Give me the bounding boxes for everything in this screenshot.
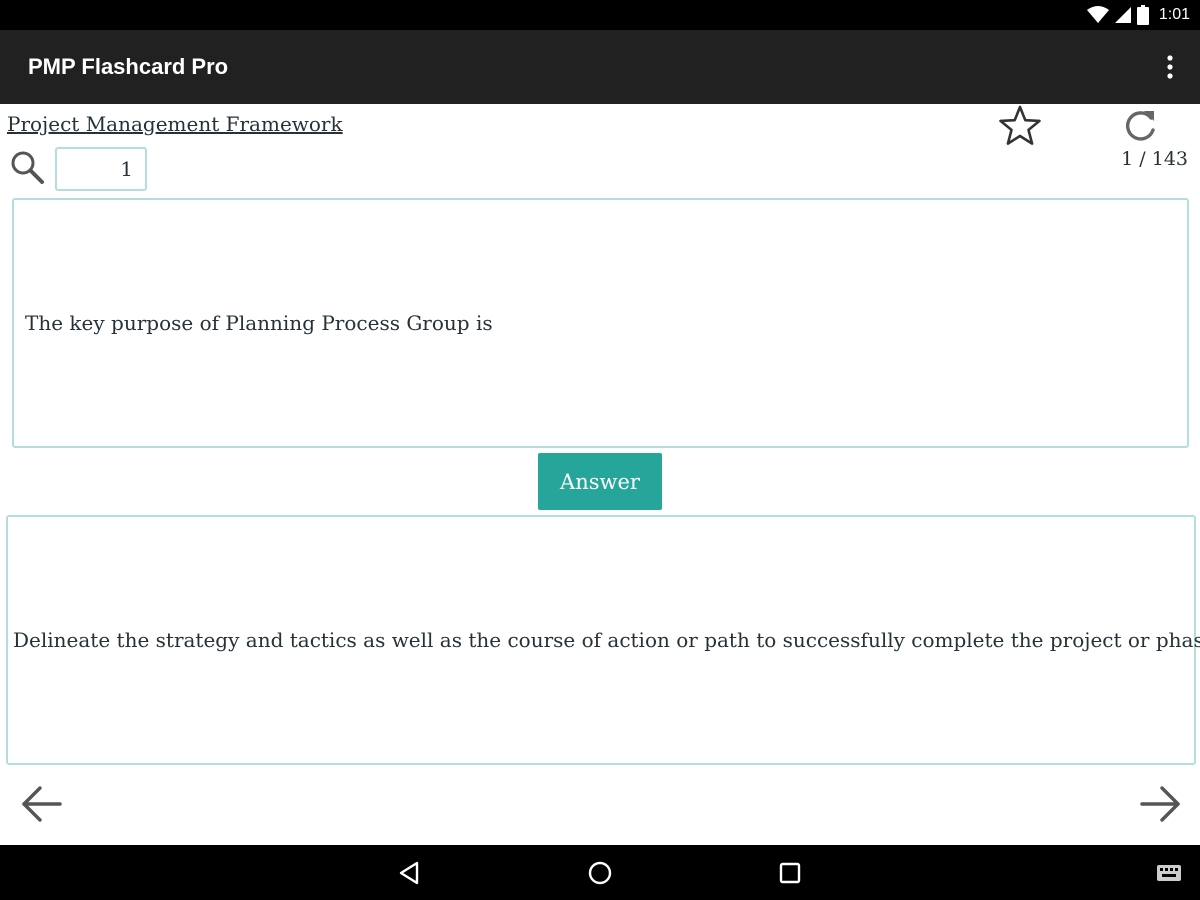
- card-counter: 1 / 143: [1121, 148, 1188, 170]
- answer-button[interactable]: Answer: [538, 453, 662, 510]
- status-bar: 1:01: [0, 0, 1200, 30]
- app-bar: PMP Flashcard Pro: [0, 30, 1200, 104]
- cell-signal-icon: [1114, 7, 1131, 23]
- answer-box: Delineate the strategy and tactics as we…: [6, 515, 1200, 765]
- recents-icon[interactable]: [777, 860, 803, 886]
- refresh-icon[interactable]: [1120, 106, 1160, 146]
- overflow-menu-icon[interactable]: [1162, 54, 1178, 80]
- system-nav-bar: [0, 845, 1200, 900]
- card-number-input[interactable]: [55, 147, 147, 191]
- home-icon[interactable]: [587, 860, 613, 886]
- app-title: PMP Flashcard Pro: [28, 54, 229, 79]
- status-time: 1:01: [1158, 6, 1190, 23]
- question-text: The key purpose of Planning Process Grou…: [25, 311, 493, 335]
- star-outline-icon[interactable]: [998, 104, 1042, 148]
- question-box: The key purpose of Planning Process Grou…: [12, 198, 1189, 448]
- battery-icon: [1136, 5, 1149, 25]
- back-icon[interactable]: [397, 860, 423, 886]
- arrow-left-icon[interactable]: [18, 782, 64, 826]
- arrow-right-icon[interactable]: [1138, 782, 1184, 826]
- category-link[interactable]: Project Management Framework: [7, 112, 343, 136]
- search-icon[interactable]: [8, 148, 46, 186]
- answer-text: Delineate the strategy and tactics as we…: [13, 628, 1200, 652]
- wifi-icon: [1086, 6, 1109, 23]
- keyboard-icon[interactable]: [1156, 862, 1182, 884]
- status-icons: 1:01: [1086, 0, 1190, 30]
